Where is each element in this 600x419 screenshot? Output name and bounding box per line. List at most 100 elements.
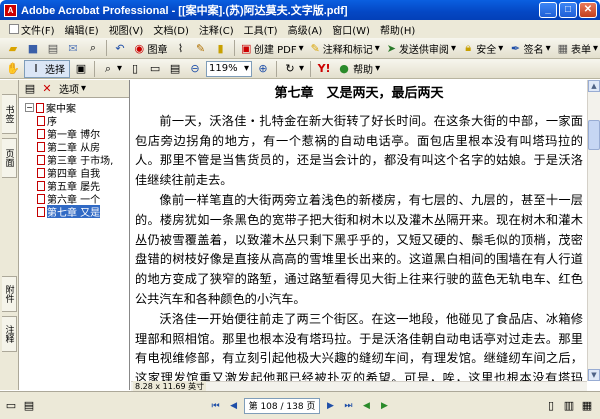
send-review-button[interactable]: ➤ 发送供审阅 ▾ [384,39,458,57]
bookmark-item[interactable]: 第二章 从房 [25,140,129,153]
collapse-icon[interactable]: − [25,103,34,112]
expand-bookmark-icon[interactable]: ▤ [23,82,37,96]
document-view[interactable]: 第七章 又是两天，最后两天 前一天，沃洛佳・扎特金在新大街转了好长时间。在这条大… [131,80,587,381]
toolbar-separator [94,60,95,77]
toolbar-navigation: ✋ I 选择 ▣ ⌕ ▾ ▯ ▭ ▤ ⊖ 119% ▾ ⊕ ↻ ▾ Y! ● 帮助 ▾ [0,59,600,79]
comment-markup-label: 注释和标记 [322,44,373,56]
hand-tool-button[interactable]: ✋ [4,60,22,78]
tab-attachments[interactable]: 附件 [2,276,17,312]
bookmark-tree: − 案中案 序 第一章 博尔 第二章 从房 第三章 于市场, 第四章 自我 第五章… [19,98,129,218]
close-button[interactable]: ✕ [579,2,597,18]
email-button[interactable]: ✉ [64,39,82,57]
chevron-down-icon: ▾ [117,63,123,74]
scroll-thumb[interactable] [588,120,600,150]
menu-file-label: 文件(F) [21,25,55,37]
pencil-button[interactable]: ✎ [192,39,210,57]
menu-advanced[interactable]: 高级(A) [283,22,328,37]
menu-file[interactable]: 文件(F) [4,22,60,37]
menu-edit[interactable]: 编辑(E) [60,22,104,37]
next-view-button[interactable]: ▶ [376,398,392,414]
previous-view-button[interactable]: ◀ [358,398,374,414]
acrobat-app-icon: A [4,3,17,17]
title-bar: A Adobe Acrobat Professional - [[案中案].(苏… [0,0,600,20]
continuous-facing-icon[interactable]: ▦ [580,398,594,412]
bookmark-item[interactable]: 第四章 自我 [25,166,129,179]
fit-width-button[interactable]: ▤ [166,60,184,78]
menu-comments[interactable]: 注释(C) [194,22,239,37]
menu-window[interactable]: 窗口(W) [327,22,375,37]
bookmark-label: 第六章 一个 [47,195,101,205]
toolbar-main: ▰ ■ ▤ ✉ ⌕ ↶ ◉ 图章 ⌇ ✎ ▮ ▣ 创建 PDF ▾ ✎ 注释和标记 ▾ ➤… [0,38,600,59]
zoom-out-button[interactable]: ⊖ [186,60,204,78]
stamp-icon: ◉ [134,41,145,55]
tab-comments[interactable]: 注释 [2,316,17,352]
bookmark-root[interactable]: − 案中案 [25,101,129,114]
bookmark-item[interactable]: 第六章 一个 [25,192,129,205]
help-button[interactable]: ● 帮助 ▾ [335,60,382,78]
actual-size-button[interactable]: ▯ [126,60,144,78]
sign-button[interactable]: ✒ 签名 ▾ [507,39,552,57]
window-title: Adobe Acrobat Professional - [[案中案].(苏)阿… [21,5,348,17]
forms-button[interactable]: ▦ 表单 ▾ [555,39,600,57]
zoom-level-field[interactable]: 119% ▾ [206,60,253,77]
zoom-in-icon: ⊕ [258,62,268,75]
scroll-up-button[interactable]: ▲ [588,80,600,92]
first-page-button[interactable]: ⏮ [208,398,224,414]
chevron-down-icon: ▾ [298,42,304,54]
single-page-icon[interactable]: ▯ [544,398,558,412]
horizontal-scrollbar[interactable]: 8.28 x 11.69 英寸 [131,381,587,392]
stamp-button[interactable]: ◉ 图章 [131,39,170,57]
comment-markup-button[interactable]: ✎ 注释和标记 ▾ [308,39,382,57]
bookmark-item[interactable]: 第一章 博尔 [25,127,129,140]
security-label: 安全 [476,44,497,56]
last-page-button[interactable]: ⏭ [340,398,356,414]
chevron-down-icon: ▾ [592,42,598,54]
tab-bookmarks[interactable]: 书签 [2,94,17,134]
bookmark-options-button[interactable]: 选项 ▾ [57,80,88,98]
facing-pages-icon[interactable]: ▥ [562,398,576,412]
bookmark-item[interactable]: 序 [25,114,129,127]
rotate-icon: ↻ [285,62,295,75]
page-number-field[interactable]: 第 108 / 138 页 [243,397,321,414]
delete-bookmark-icon[interactable]: ✕ [40,82,54,96]
chevron-down-icon: ▾ [81,83,87,94]
create-pdf-button[interactable]: ▣ 创建 PDF ▾ [239,39,306,57]
fit-width-icon: ▤ [169,62,181,75]
bookmark-item[interactable]: 第五章 屡先 [25,179,129,192]
vertical-scrollbar[interactable]: ▲ ▼ [587,80,600,381]
zoom-in-button[interactable]: ⊕ [254,60,272,78]
undo-button[interactable]: ↶ [111,39,129,57]
maximize-button[interactable]: □ [559,2,577,18]
open-button[interactable]: ▰ [4,39,22,57]
menu-document[interactable]: 文档(D) [148,22,194,37]
menu-help[interactable]: 帮助(H) [375,22,420,37]
zoom-tool-button[interactable]: ⌕ ▾ [99,60,124,78]
security-button[interactable]: 🔒︎ 安全 ▾ [460,39,505,57]
menu-tools[interactable]: 工具(T) [239,22,283,37]
continuous-icon[interactable]: ▤ [22,398,36,412]
highlight-button[interactable]: ▮ [212,39,230,57]
tab-pages[interactable]: 页面 [2,138,17,178]
search-button[interactable]: ⌕ [84,39,102,57]
page-layout-icon[interactable]: ▭ [4,398,18,412]
bookmark-item[interactable]: 第三章 于市场, [25,153,129,166]
minimize-button[interactable]: _ [539,2,557,18]
yahoo-button[interactable]: Y! [315,60,333,78]
select-tool-button[interactable]: I 选择 [24,59,70,78]
fit-page-button[interactable]: ▭ [146,60,164,78]
next-page-button[interactable]: ▶ [322,398,338,414]
save-button[interactable]: ■ [24,39,42,57]
print-button[interactable]: ▤ [44,39,62,57]
snapshot-button[interactable]: ▣ [72,60,90,78]
scroll-down-button[interactable]: ▼ [588,369,600,381]
bookmark-icon [37,115,45,126]
bookmark-icon [37,128,45,139]
help-label: 帮助 [353,65,374,76]
chevron-down-icon: ▾ [498,42,504,54]
rotate-button[interactable]: ↻ ▾ [281,60,306,78]
previous-page-button[interactable]: ◀ [226,398,242,414]
bookmark-icon [37,180,45,191]
attach-button[interactable]: ⌇ [172,39,190,57]
bookmark-item-selected[interactable]: 第七章 又是 [25,205,129,218]
menu-view[interactable]: 视图(V) [104,22,149,37]
